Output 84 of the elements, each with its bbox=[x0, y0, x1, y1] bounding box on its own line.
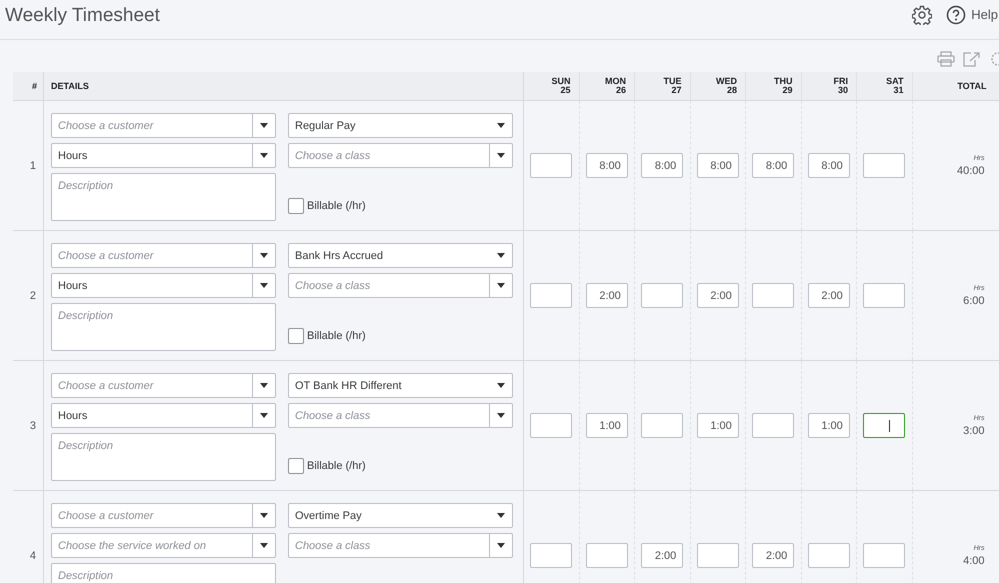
print-icon[interactable] bbox=[937, 51, 955, 67]
hours-field[interactable] bbox=[530, 153, 572, 178]
hours-field[interactable] bbox=[752, 283, 794, 308]
day-heading: THU 29 bbox=[746, 72, 802, 100]
caret-icon bbox=[497, 383, 505, 388]
column-heading: # bbox=[13, 72, 44, 100]
page-title: Weekly Timesheet bbox=[5, 4, 160, 26]
hours-field[interactable] bbox=[863, 413, 906, 438]
row-number: 2 bbox=[30, 290, 36, 302]
caret-icon bbox=[260, 123, 268, 128]
hours-field[interactable]: 1:00 bbox=[586, 413, 628, 438]
hours-field[interactable] bbox=[641, 413, 684, 438]
row-total: 3:00 bbox=[963, 424, 984, 436]
hours-field[interactable]: 2:00 bbox=[808, 283, 850, 308]
caret-icon bbox=[497, 513, 505, 518]
hours-field[interactable]: 8:00 bbox=[752, 153, 794, 178]
pay-type-dropdown[interactable]: Overtime Pay bbox=[288, 503, 513, 528]
day-heading: SAT 31 bbox=[857, 72, 912, 100]
hours-field[interactable]: 8:00 bbox=[641, 153, 684, 178]
caret-icon bbox=[260, 253, 268, 258]
day-heading: SUN 25 bbox=[524, 72, 580, 100]
caret-icon bbox=[260, 543, 268, 548]
service-dropdown[interactable]: Hours bbox=[51, 273, 276, 298]
caret-icon bbox=[260, 283, 268, 288]
hours-field[interactable] bbox=[530, 543, 572, 568]
checkbox-label: Billable (/hr) bbox=[307, 200, 366, 212]
row-total: 6:00 bbox=[963, 294, 984, 306]
caret-icon bbox=[260, 513, 268, 518]
hours-field[interactable]: 1:00 bbox=[696, 413, 739, 438]
row-total: 40:00 bbox=[956, 164, 984, 176]
caret-icon bbox=[260, 383, 268, 388]
pay-type-dropdown[interactable]: OT Bank HR Different bbox=[288, 373, 513, 398]
pay-type-dropdown[interactable]: Regular Pay bbox=[288, 113, 513, 138]
day-heading: TUE 27 bbox=[635, 72, 690, 100]
day-heading: FRI 30 bbox=[802, 72, 857, 100]
hours-field[interactable]: 8:00 bbox=[586, 153, 628, 178]
service-dropdown[interactable]: Hours bbox=[51, 143, 276, 168]
day-heading: WED 28 bbox=[690, 72, 746, 100]
help-button[interactable]: Help bbox=[946, 4, 999, 24]
row-number: 4 bbox=[30, 550, 36, 562]
row-number: 3 bbox=[30, 420, 36, 432]
checkbox-label: Billable (/hr) bbox=[307, 330, 366, 342]
description-field[interactable]: Description bbox=[51, 563, 276, 583]
help-icon bbox=[946, 4, 966, 24]
hours-field[interactable] bbox=[586, 543, 628, 568]
export-icon[interactable] bbox=[963, 51, 981, 67]
description-field[interactable]: Description bbox=[51, 433, 276, 481]
pay-type-dropdown[interactable]: Bank Hrs Accrued bbox=[288, 243, 513, 268]
hours-field[interactable] bbox=[808, 543, 850, 568]
caret-icon bbox=[497, 123, 505, 128]
column-heading: TOTAL bbox=[956, 80, 988, 93]
row-number: 1 bbox=[30, 160, 36, 172]
checkbox-label: Billable (/hr) bbox=[307, 460, 366, 472]
hours-field[interactable]: 2:00 bbox=[641, 543, 684, 568]
caret-icon bbox=[497, 153, 505, 158]
hours-field[interactable]: 8:00 bbox=[696, 153, 739, 178]
hours-field[interactable] bbox=[863, 153, 906, 178]
billable-checkbox[interactable] bbox=[288, 328, 304, 344]
hours-field[interactable]: 2:00 bbox=[586, 283, 628, 308]
hours-field[interactable]: 2:00 bbox=[696, 283, 739, 308]
hours-field[interactable] bbox=[752, 413, 794, 438]
hours-field[interactable]: 8:00 bbox=[808, 153, 850, 178]
hours-field[interactable] bbox=[863, 543, 906, 568]
hours-field[interactable] bbox=[530, 413, 572, 438]
caret-icon bbox=[260, 153, 268, 158]
row-total: 4:00 bbox=[963, 554, 984, 566]
caret-icon bbox=[497, 543, 505, 548]
hours-field[interactable]: 2:00 bbox=[752, 543, 794, 568]
caret-icon bbox=[497, 283, 505, 288]
hours-field[interactable] bbox=[696, 543, 739, 568]
caret-icon bbox=[497, 413, 505, 418]
billable-checkbox[interactable] bbox=[288, 458, 304, 474]
hours-field[interactable] bbox=[530, 283, 572, 308]
service-dropdown[interactable]: Hours bbox=[51, 403, 276, 428]
caret-icon bbox=[497, 253, 505, 258]
description-field[interactable]: Description bbox=[51, 303, 276, 351]
hours-field[interactable] bbox=[641, 283, 684, 308]
hours-field[interactable]: 1:00 bbox=[808, 413, 850, 438]
hours-field[interactable] bbox=[863, 283, 906, 308]
column-heading: DETAILS bbox=[44, 72, 524, 100]
description-field[interactable]: Description bbox=[51, 173, 276, 221]
billable-checkbox[interactable] bbox=[288, 198, 304, 214]
caret-icon bbox=[260, 413, 268, 418]
day-heading: MON 26 bbox=[580, 72, 635, 100]
